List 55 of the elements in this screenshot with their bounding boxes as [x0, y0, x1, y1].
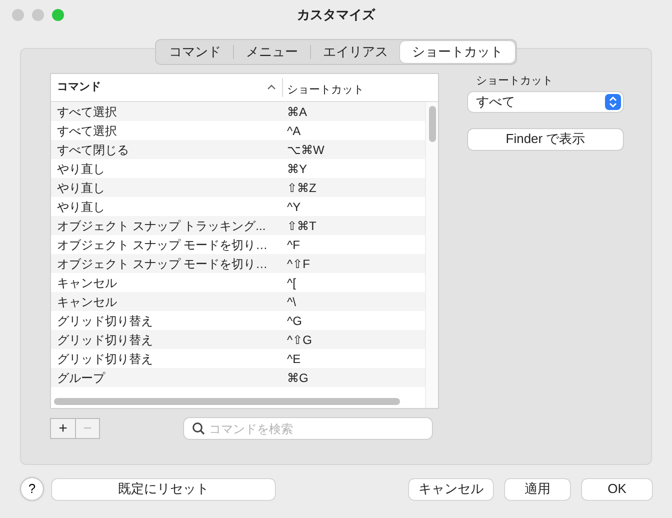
command-cell[interactable]: キャンセル — [57, 276, 117, 290]
shortcut-cell[interactable]: ^A — [287, 124, 301, 138]
chevron-updown-icon — [605, 94, 621, 110]
window-title: カスタマイズ — [297, 6, 375, 24]
shortcut-cell[interactable]: ⇧⌘Z — [287, 180, 316, 194]
column-header[interactable]: ショートカット — [287, 84, 364, 96]
help-button[interactable]: ? — [21, 478, 43, 500]
command-cell[interactable]: すべて閉じる — [57, 142, 129, 156]
horizontal-scroll-thumb[interactable] — [54, 398, 400, 405]
command-cell[interactable]: キャンセル — [57, 294, 117, 308]
command-cell[interactable]: グリッド切り替え — [57, 352, 153, 366]
filter-label: ショートカット — [475, 74, 554, 89]
command-cell[interactable]: すべて選択 — [57, 104, 117, 118]
tab[interactable]: エイリアス — [311, 41, 400, 62]
command-cell[interactable]: やり直し — [57, 200, 105, 214]
close-button[interactable] — [12, 9, 24, 21]
show-in-finder-button[interactable]: Finder で表示 — [468, 128, 623, 150]
command-cell[interactable]: オブジェクト スナップ トラッキング... — [57, 218, 266, 232]
dialog-button[interactable]: キャンセル — [409, 478, 493, 500]
command-cell[interactable]: やり直し — [57, 180, 105, 194]
command-cell[interactable]: やり直し — [57, 162, 105, 176]
filter-select[interactable]: すべて — [468, 92, 623, 112]
shortcut-cell[interactable]: ^⇧G — [287, 332, 312, 346]
shortcut-cell[interactable]: ^\ — [287, 294, 296, 308]
shortcut-cell[interactable]: ⌘G — [287, 370, 308, 384]
command-cell[interactable]: グリッド切り替え — [57, 332, 153, 346]
command-cell[interactable]: オブジェクト スナップ モードを切り… — [57, 256, 268, 270]
shortcut-cell[interactable]: ^E — [287, 352, 301, 366]
command-cell[interactable]: すべて選択 — [57, 124, 117, 138]
shortcut-cell[interactable]: ⇧⌘T — [287, 218, 316, 232]
shortcut-cell[interactable]: ⌥⌘W — [287, 142, 324, 156]
command-cell[interactable]: オブジェクト スナップ モードを切り… — [57, 238, 268, 252]
tab[interactable]: メニュー — [234, 41, 310, 62]
shortcut-cell[interactable]: ^F — [287, 238, 300, 252]
minimize-button[interactable] — [32, 9, 44, 21]
column-header[interactable]: コマンド — [57, 79, 101, 96]
reset-button[interactable]: 既定にリセット — [52, 478, 275, 500]
search-field[interactable]: コマンドを検索 — [184, 418, 432, 439]
shortcut-cell[interactable]: ^[ — [287, 276, 296, 290]
command-cell[interactable]: グリッド切り替え — [57, 314, 153, 328]
dialog-button[interactable]: 適用 — [505, 478, 570, 500]
zoom-button[interactable] — [52, 9, 64, 21]
shortcut-cell[interactable]: ^Y — [287, 200, 301, 214]
shortcut-cell[interactable]: ^⇧F — [287, 256, 310, 270]
shortcut-cell[interactable]: ⌘A — [287, 104, 308, 118]
shortcut-cell[interactable]: ⌘Y — [287, 162, 308, 176]
scroll-thumb[interactable] — [429, 106, 436, 142]
vertical-scrollbar[interactable] — [425, 102, 438, 408]
shortcut-cell[interactable]: ^G — [287, 314, 302, 328]
add-button[interactable]: + — [51, 419, 75, 438]
tab[interactable]: ショートカット — [400, 41, 515, 62]
filter-value: すべて — [476, 92, 515, 111]
dialog-button[interactable]: OK — [582, 478, 652, 500]
tab[interactable]: コマンド — [157, 41, 233, 62]
command-cell[interactable]: グループ — [57, 370, 105, 384]
